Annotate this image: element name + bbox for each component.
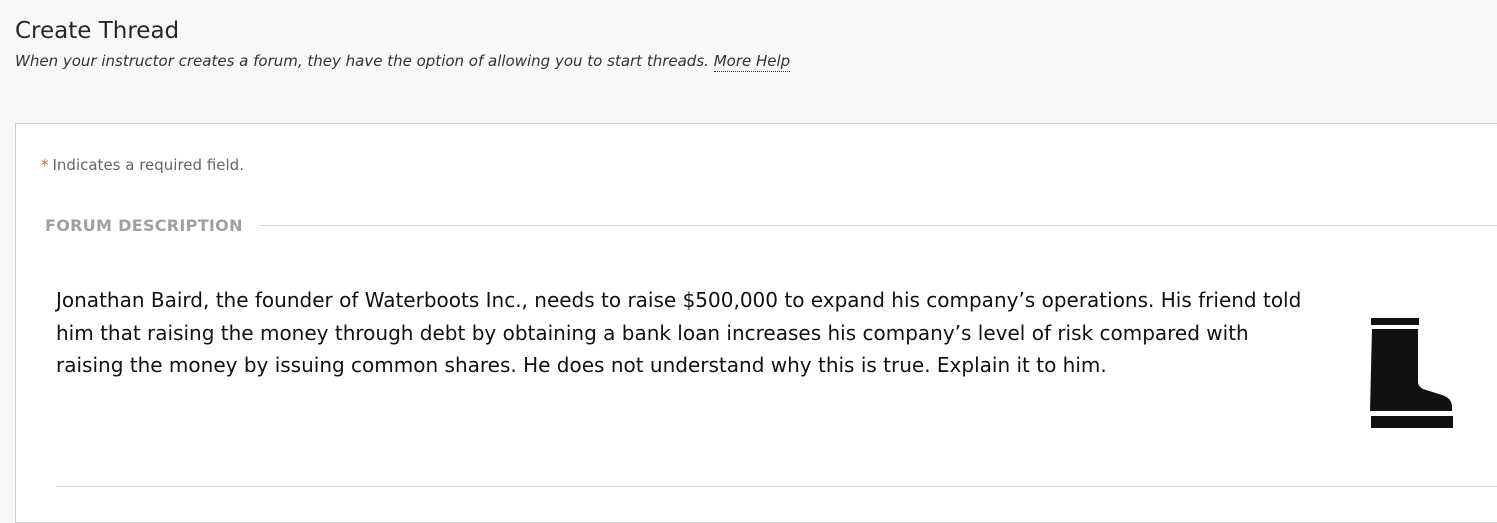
more-help-link[interactable]: More Help — [713, 52, 791, 72]
page-title: Create Thread — [15, 18, 180, 44]
bottom-divider — [56, 486, 1497, 487]
required-field-note: * Indicates a required field. — [41, 155, 244, 175]
section-title: FORUM DESCRIPTION — [45, 215, 243, 235]
page-header: Create Thread When your instructor creat… — [15, 16, 1497, 72]
content-panel: * Indicates a required field. FORUM DESCR… — [15, 123, 1497, 523]
page-subtitle: When your instructor creates a forum, th… — [15, 50, 1497, 72]
forum-description-text: Jonathan Baird, the founder of Waterboot… — [56, 288, 1302, 377]
required-star: * — [41, 156, 49, 174]
required-note-text: Indicates a required field. — [52, 156, 244, 174]
forum-description-header: FORUM DESCRIPTION — [45, 212, 1497, 238]
section-divider — [258, 224, 1497, 226]
rubber-boot-icon — [1370, 318, 1453, 428]
page-subtitle-text: When your instructor creates a forum, th… — [15, 52, 709, 70]
